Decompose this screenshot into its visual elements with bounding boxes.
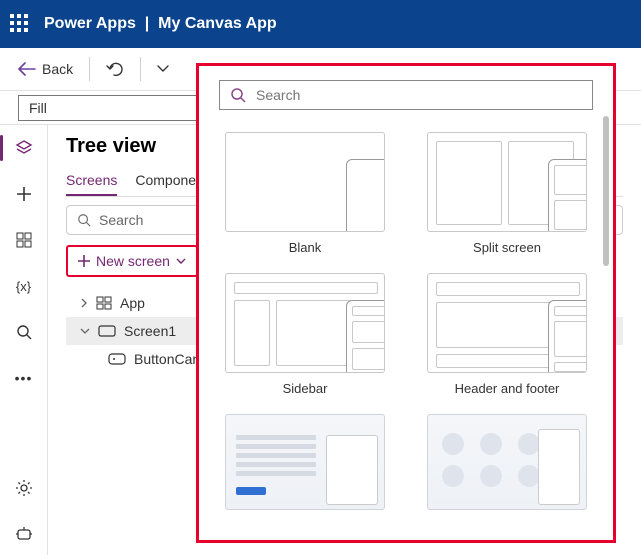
chevron-right-icon — [80, 298, 88, 308]
search-placeholder: Search — [99, 212, 143, 228]
node-label: App — [120, 295, 145, 311]
scrollbar[interactable] — [603, 116, 609, 266]
app-name: My Canvas App — [158, 15, 277, 32]
template-split-screen[interactable]: Split screen — [421, 132, 593, 255]
template-sidebar[interactable]: Sidebar — [219, 273, 391, 396]
template-header-footer[interactable]: Header and footer — [421, 273, 593, 396]
header-title: Power Apps | My Canvas App — [44, 15, 277, 33]
grid-icon — [16, 232, 32, 248]
layers-icon — [15, 139, 33, 157]
left-rail: {x} ••• — [0, 125, 48, 555]
waffle-icon[interactable] — [10, 14, 30, 34]
rail-tree-view[interactable] — [15, 139, 33, 157]
rail-variables[interactable]: {x} — [15, 277, 33, 295]
new-screen-popover: Blank Split screen Sidebar Header and fo… — [196, 63, 616, 543]
plus-icon — [78, 255, 90, 267]
template-search-input[interactable] — [256, 87, 582, 103]
product-name: Power Apps — [44, 15, 136, 32]
gear-icon — [15, 479, 33, 497]
template-grid: Blank Split screen Sidebar Header and fo… — [219, 132, 593, 510]
search-icon — [230, 87, 246, 103]
app-icon — [96, 296, 112, 310]
template-preview — [225, 414, 385, 510]
template-search[interactable] — [219, 80, 593, 110]
undo-button[interactable] — [100, 57, 130, 81]
template-label: Split screen — [473, 240, 541, 255]
arrow-left-icon — [18, 62, 36, 76]
property-name: Fill — [29, 100, 47, 116]
node-label: Screen1 — [124, 323, 176, 339]
rail-more[interactable]: ••• — [15, 369, 33, 387]
back-button[interactable]: Back — [12, 57, 79, 81]
new-screen-label: New screen — [96, 253, 170, 269]
plus-icon — [16, 186, 32, 202]
template-label: Sidebar — [283, 381, 328, 396]
undo-icon — [106, 61, 124, 77]
template-more-1[interactable] — [219, 414, 391, 510]
search-icon — [16, 324, 32, 340]
rail-data[interactable] — [15, 231, 33, 249]
rail-search[interactable] — [15, 323, 33, 341]
back-label: Back — [42, 61, 73, 77]
separator — [89, 57, 90, 81]
template-preview — [427, 273, 587, 373]
search-icon — [77, 213, 91, 227]
chevron-down-icon — [157, 65, 169, 73]
chevron-down-icon — [176, 258, 186, 265]
rail-virtual-agent[interactable] — [15, 525, 33, 543]
rail-insert[interactable] — [15, 185, 33, 203]
template-more-2[interactable] — [421, 414, 593, 510]
app-header: Power Apps | My Canvas App — [0, 0, 641, 48]
rail-settings[interactable] — [15, 479, 33, 497]
template-blank[interactable]: Blank — [219, 132, 391, 255]
chevron-down-icon — [80, 327, 90, 335]
bot-icon — [15, 526, 33, 542]
template-preview — [427, 414, 587, 510]
tab-screens[interactable]: Screens — [66, 166, 117, 196]
template-preview — [427, 132, 587, 232]
new-screen-button[interactable]: New screen — [66, 245, 198, 277]
screen-icon — [98, 325, 116, 337]
undo-dropdown[interactable] — [151, 61, 175, 77]
separator — [140, 57, 141, 81]
template-preview — [225, 273, 385, 373]
template-label: Blank — [289, 240, 322, 255]
template-label: Header and footer — [455, 381, 560, 396]
button-icon — [108, 353, 126, 365]
template-preview — [225, 132, 385, 232]
